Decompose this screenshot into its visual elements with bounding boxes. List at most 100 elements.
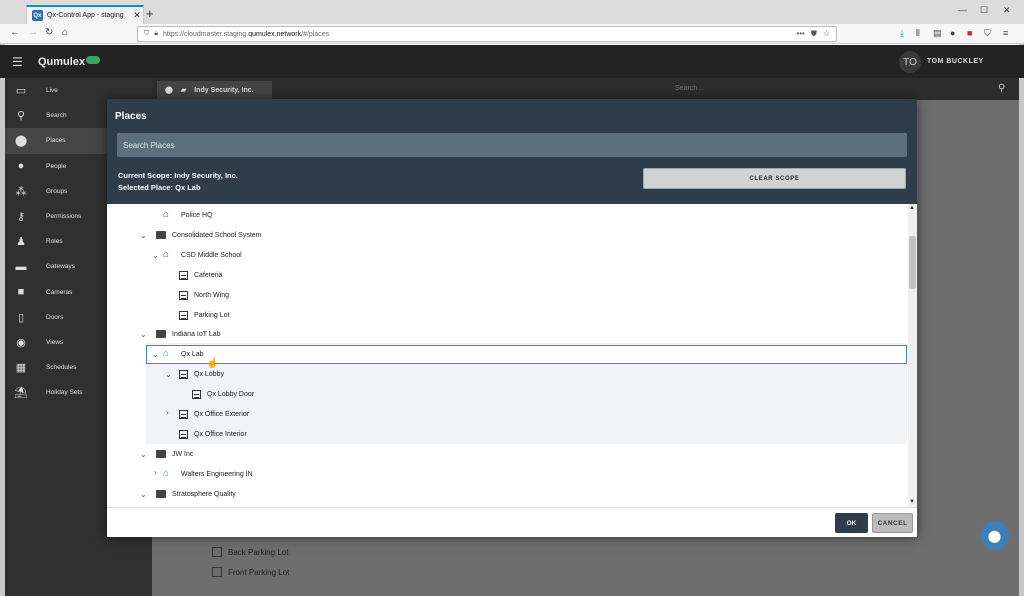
extension-icon[interactable]: ■ [967,28,972,38]
account-icon[interactable]: ● [950,28,955,38]
scope-info: Current Scope: Indy Security, Inc. Selec… [118,170,238,194]
briefcase-icon [156,450,166,458]
bookmark-star-icon[interactable]: ☆ [823,29,830,39]
chevron-right-icon[interactable]: › [166,408,169,417]
chevron-down-icon[interactable]: ⌄ [140,450,147,459]
truck-icon: ▰ [180,87,187,94]
search-icon[interactable]: ⚲ [998,83,1005,94]
hamburger-menu-icon[interactable]: ☰ [12,55,23,69]
browser-tab[interactable]: Qx Qx-Control App - staging ✕ [26,5,144,24]
menu-icon[interactable]: ≡ [1003,28,1008,38]
tree-item[interactable]: Cafeteria [179,265,222,285]
role-icon: ♟ [16,236,26,249]
home-icon[interactable]: ⌂ [62,27,68,38]
reload-icon[interactable]: ↻ [45,27,53,38]
tree-item[interactable]: Qx Office Exterior [179,404,249,424]
chevron-down-icon[interactable]: ⌄ [140,330,147,339]
scroll-down-icon[interactable]: ▼ [909,499,915,505]
dialog-header: Places Search Places Current Scope: Indy… [107,99,917,204]
tree-item[interactable]: ⌂ CSD Middle School [163,245,242,265]
building-icon: ⌂ [163,209,170,220]
list-item[interactable]: Back Parking Lot [212,547,288,557]
camera-icon: ■ [17,286,25,299]
scroll-up-icon[interactable]: ▲ [909,205,915,211]
tree-item[interactable]: North Wing [179,285,229,305]
tree-item-selected[interactable]: ⌂ Qx Lab [163,344,204,364]
tree-item[interactable]: Consolidated School System [156,225,262,245]
library-icon[interactable]: ⫴ [916,28,920,39]
building-green-icon: ⌂ [163,468,170,479]
current-scope-text: Current Scope: Indy Security, Inc. [118,171,238,180]
chevron-down-icon[interactable]: ⌄ [140,490,147,499]
map-pin-icon: ⬤ [987,528,1002,543]
forward-icon[interactable]: → [28,27,38,38]
tree-item[interactable]: Parking Lot [179,305,229,325]
places-dialog: Places Search Places Current Scope: Indy… [107,99,917,537]
tree-item[interactable]: Qx Lobby Door [192,384,254,404]
cloud-logo-icon [86,56,100,64]
area-icon [179,429,188,439]
eye-icon: ◉ [16,336,26,349]
back-icon[interactable]: ← [10,27,20,38]
briefcase-icon [156,330,166,338]
area-icon [179,310,188,320]
shield-extension-icon[interactable]: ⛉ [984,28,991,39]
dialog-footer: OK CANCEL [107,507,917,537]
map-pin-icon: ⬤ [14,135,28,148]
cancel-button[interactable]: CANCEL [872,513,913,533]
tree-item[interactable]: Qx Office Interior [179,424,247,444]
briefcase-icon [156,231,166,239]
search-places-input[interactable]: Search Places [117,133,907,157]
ok-button[interactable]: OK [835,513,868,533]
window-close-icon[interactable]: ✕ [1003,5,1011,16]
minimize-icon[interactable]: — [958,5,967,15]
places-tree: ⌂ Police HQ ⌄ Consolidated School System … [107,204,917,507]
tree-item[interactable]: Stratosphere Quality [156,484,236,504]
tree-item[interactable]: Indiana IoT Lab [156,324,221,344]
new-tab-icon[interactable]: + [146,6,154,21]
tree-item[interactable]: ⌂ Police HQ [163,205,213,225]
close-tab-icon[interactable]: ✕ [131,10,143,21]
background-search-input[interactable]: Search... [675,85,703,92]
holiday-icon: ⛱ [14,387,28,400]
pocket-icon[interactable]: ⛊ [811,29,817,39]
brand-name: Qumulex [38,56,86,68]
area-icon [179,290,188,300]
list-item[interactable]: Front Parking Lot [212,567,289,577]
browser-nav-bar: ← → ↻ ⌂ ⛉ 🔒︎ https://cloudmaster.staging… [0,24,1024,44]
group-icon: ⁂ [15,185,27,198]
page-actions-icon[interactable]: ••• [796,29,804,39]
chevron-right-icon[interactable]: › [154,468,157,477]
download-icon[interactable]: ⤓ [900,28,904,39]
area-icon [212,547,222,557]
area-icon [192,389,201,399]
chevron-down-icon[interactable]: ⌄ [152,350,159,359]
person-icon: ● [17,160,25,173]
dialog-title: Places [115,111,147,122]
reader-icon[interactable]: ▤ [933,28,942,39]
clear-scope-button[interactable]: CLEAR SCOPE [643,168,906,189]
calendar-icon: ▦ [15,362,27,375]
area-icon [179,409,188,419]
selected-row-highlight [146,345,907,364]
chevron-down-icon[interactable]: ⌄ [140,231,147,240]
maximize-icon[interactable]: ☐ [980,5,988,16]
app-favicon-icon: Qx [32,10,43,21]
url-bar[interactable]: ⛉ 🔒︎ https://cloudmaster.staging.qumulex… [137,26,837,42]
browser-tab-bar: Qx Qx-Control App - staging ✕ + — ☐ ✕ [0,0,1024,24]
briefcase-icon [156,490,166,498]
chevron-down-icon[interactable]: ⌄ [152,251,159,260]
tree-item[interactable]: JW Inc [156,444,193,464]
gateway-icon: ▬ [15,260,27,273]
scope-chip[interactable]: ⬤ ▰ Indy Security, Inc. [157,81,272,99]
chevron-down-icon[interactable]: ⌄ [165,370,172,379]
tree-item[interactable]: ⌂ Walters Engineering IN [163,464,253,484]
lock-icon: 🔒︎ [154,30,158,37]
building-icon: ⌂ [163,249,170,260]
shield-icon: ⛉ [144,30,150,37]
places-fab-button[interactable]: ⬤ [980,521,1009,550]
avatar[interactable]: TO [899,51,921,73]
user-name[interactable]: TOM BUCKLEY [927,58,984,65]
area-icon [179,369,188,379]
scrollbar-thumb[interactable] [909,236,916,289]
